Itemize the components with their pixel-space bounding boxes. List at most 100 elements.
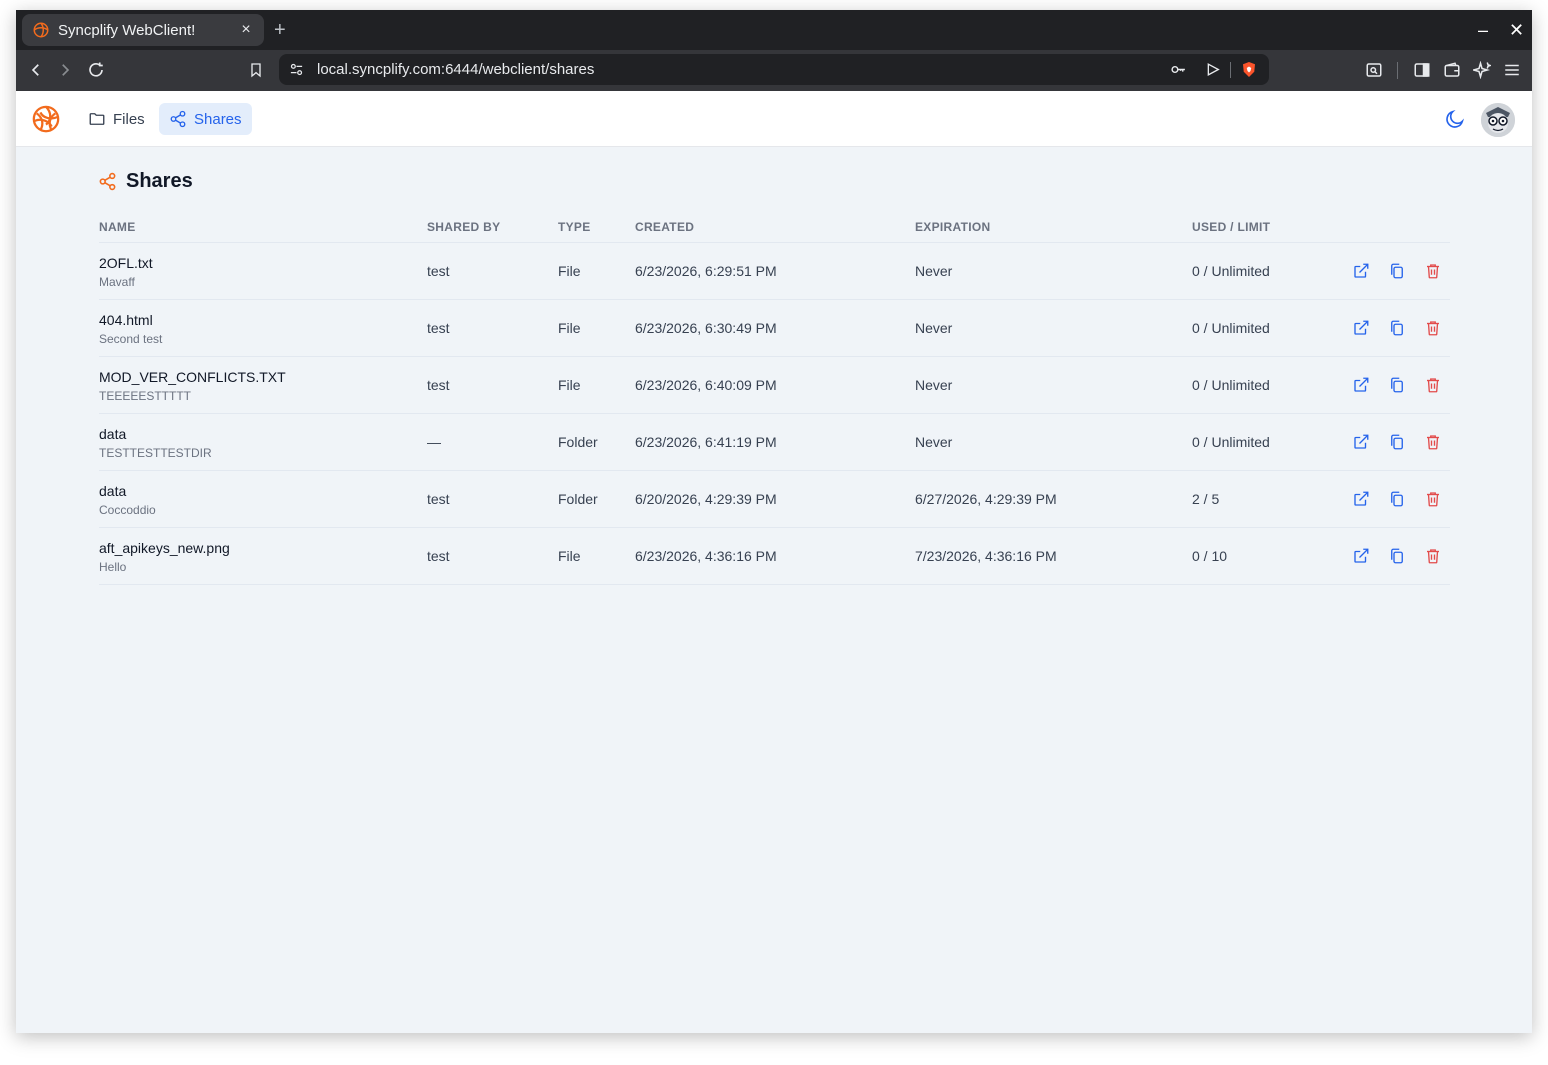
expiration-date: Never xyxy=(915,320,953,336)
page-title: Shares xyxy=(98,170,193,193)
leo-ai-icon[interactable] xyxy=(1470,58,1494,82)
nav-shares-button[interactable]: Shares xyxy=(159,103,252,135)
share-description: Second test xyxy=(99,332,163,346)
shared-by: — xyxy=(427,434,441,450)
share-name: data xyxy=(99,426,127,442)
share-name: 2OFL.txt xyxy=(99,255,153,271)
trash-icon[interactable] xyxy=(1424,547,1442,565)
table-body: 2OFL.txt Mavaff test File 6/23/2026, 6:2… xyxy=(99,243,1450,585)
expiration-date: Never xyxy=(915,263,953,279)
shared-by: test xyxy=(427,548,450,564)
used-limit: 0 / Unlimited xyxy=(1192,434,1270,450)
key-icon[interactable] xyxy=(1170,61,1187,78)
browser-window: Syncplify WebClient! × + – ✕ local.syncp… xyxy=(16,10,1532,1033)
share-name: aft_apikeys_new.png xyxy=(99,540,230,556)
back-icon[interactable] xyxy=(24,58,48,82)
folder-icon xyxy=(89,113,105,125)
header-expiration: EXPIRATION xyxy=(915,220,991,234)
table-row: 404.html Second test test File 6/23/2026… xyxy=(99,300,1450,357)
user-avatar[interactable] xyxy=(1481,103,1515,137)
tab-strip: Syncplify WebClient! × + – ✕ xyxy=(16,10,1532,50)
share-type: Folder xyxy=(558,491,598,507)
tab-close-icon[interactable]: × xyxy=(238,21,254,39)
reload-icon[interactable] xyxy=(84,58,108,82)
nav-files-button[interactable]: Files xyxy=(78,103,155,135)
window-close-icon[interactable]: ✕ xyxy=(1509,19,1524,41)
site-settings-icon[interactable] xyxy=(289,62,304,77)
table-row: aft_apikeys_new.png Hello test File 6/23… xyxy=(99,528,1450,585)
expiration-date: 6/27/2026, 4:29:39 PM xyxy=(915,491,1057,507)
used-limit: 0 / Unlimited xyxy=(1192,377,1270,393)
shared-by: test xyxy=(427,377,450,393)
share-description: Coccoddio xyxy=(99,503,156,517)
used-limit: 0 / 10 xyxy=(1192,548,1228,564)
share-description: TEEEEESTTTTT xyxy=(99,389,192,403)
share-description: TESTTESTTESTDIR xyxy=(99,446,212,460)
header-type: TYPE xyxy=(558,220,591,234)
syncplify-favicon-icon xyxy=(33,22,49,38)
share-description: Hello xyxy=(99,560,127,574)
expiration-date: 7/23/2026, 4:36:16 PM xyxy=(915,548,1057,564)
trash-icon[interactable] xyxy=(1424,376,1442,394)
share-type: File xyxy=(558,377,581,393)
send-icon[interactable] xyxy=(1205,61,1221,78)
share-name: data xyxy=(99,483,127,499)
external-link-icon[interactable] xyxy=(1352,319,1370,337)
nav-files-label: Files xyxy=(113,110,145,128)
browser-tab[interactable]: Syncplify WebClient! × xyxy=(22,14,264,46)
created-date: 6/23/2026, 4:36:16 PM xyxy=(635,548,777,564)
copy-icon[interactable] xyxy=(1388,376,1406,394)
external-link-icon[interactable] xyxy=(1352,262,1370,280)
shared-by: test xyxy=(427,263,450,279)
created-date: 6/23/2026, 6:30:49 PM xyxy=(635,320,777,336)
copy-icon[interactable] xyxy=(1388,547,1406,565)
table-row: data Coccoddio test Folder 6/20/2026, 4:… xyxy=(99,471,1450,528)
used-limit: 0 / Unlimited xyxy=(1192,320,1270,336)
share-type: File xyxy=(558,548,581,564)
header-shared-by: SHARED BY xyxy=(427,220,501,234)
app-header: Files Shares xyxy=(16,91,1532,147)
screenshot-icon[interactable] xyxy=(1362,58,1386,82)
copy-icon[interactable] xyxy=(1388,319,1406,337)
forward-icon[interactable] xyxy=(53,58,77,82)
minimize-icon[interactable]: – xyxy=(1478,19,1488,41)
table-row: 2OFL.txt Mavaff test File 6/23/2026, 6:2… xyxy=(99,243,1450,300)
created-date: 6/20/2026, 4:29:39 PM xyxy=(635,491,777,507)
nav-shares-label: Shares xyxy=(194,110,242,128)
syncplify-logo-icon[interactable] xyxy=(31,104,61,134)
trash-icon[interactable] xyxy=(1424,319,1442,337)
header-created: CREATED xyxy=(635,220,695,234)
moon-icon[interactable] xyxy=(1444,108,1466,130)
menu-icon[interactable] xyxy=(1500,58,1524,82)
copy-icon[interactable] xyxy=(1388,433,1406,451)
trash-icon[interactable] xyxy=(1424,262,1442,280)
shared-by: test xyxy=(427,491,450,507)
wallet-icon[interactable] xyxy=(1440,58,1464,82)
external-link-icon[interactable] xyxy=(1352,433,1370,451)
new-tab-icon[interactable]: + xyxy=(274,18,286,42)
external-link-icon[interactable] xyxy=(1352,490,1370,508)
trash-icon[interactable] xyxy=(1424,433,1442,451)
header-used-limit: USED / LIMIT xyxy=(1192,220,1271,234)
divider xyxy=(1397,62,1398,79)
table-row: MOD_VER_CONFLICTS.TXT TEEEEESTTTTT test … xyxy=(99,357,1450,414)
copy-icon[interactable] xyxy=(1388,490,1406,508)
share-description: Mavaff xyxy=(99,275,135,289)
share-name: MOD_VER_CONFLICTS.TXT xyxy=(99,369,286,385)
address-bar[interactable]: local.syncplify.com:6444/webclient/share… xyxy=(279,54,1269,85)
share-icon xyxy=(99,172,116,191)
trash-icon[interactable] xyxy=(1424,490,1442,508)
table-row: data TESTTESTTESTDIR — Folder 6/23/2026,… xyxy=(99,414,1450,471)
created-date: 6/23/2026, 6:41:19 PM xyxy=(635,434,777,450)
bookmark-icon[interactable] xyxy=(244,58,268,82)
sidebar-toggle-icon[interactable] xyxy=(1410,58,1434,82)
expiration-date: Never xyxy=(915,434,953,450)
brave-shield-icon[interactable] xyxy=(1240,60,1258,79)
external-link-icon[interactable] xyxy=(1352,547,1370,565)
browser-toolbar: local.syncplify.com:6444/webclient/share… xyxy=(16,50,1532,91)
divider xyxy=(1230,62,1231,78)
share-type: File xyxy=(558,263,581,279)
copy-icon[interactable] xyxy=(1388,262,1406,280)
external-link-icon[interactable] xyxy=(1352,376,1370,394)
share-icon xyxy=(170,110,186,128)
